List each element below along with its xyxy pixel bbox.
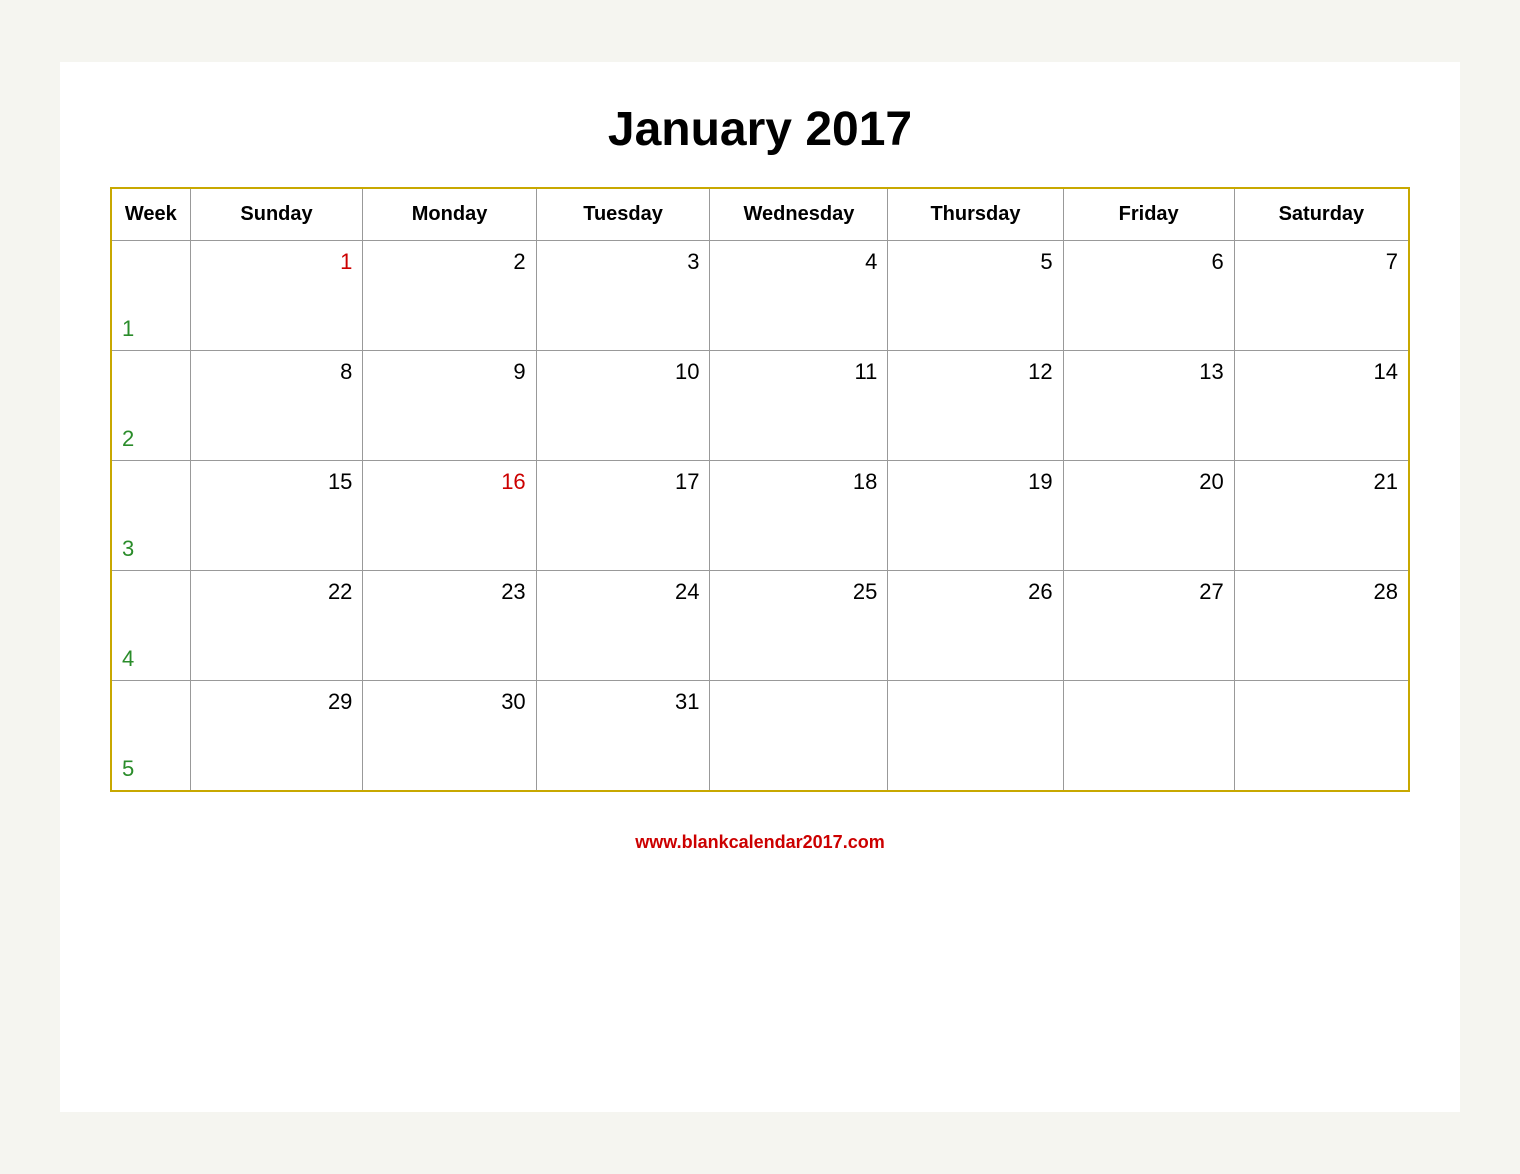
day-cell: 29 <box>190 681 363 791</box>
day-cell: 14 <box>1234 351 1409 461</box>
calendar-row-4: 422232425262728 <box>111 571 1409 681</box>
week-number-4: 4 <box>111 571 190 681</box>
day-cell: 16 <box>363 461 536 571</box>
day-cell: 24 <box>536 571 710 681</box>
header-friday: Friday <box>1063 188 1234 241</box>
day-cell: 12 <box>888 351 1063 461</box>
day-cell: 13 <box>1063 351 1234 461</box>
footer-url: www.blankcalendar2017.com <box>110 832 1410 853</box>
day-cell: 15 <box>190 461 363 571</box>
header-wednesday: Wednesday <box>710 188 888 241</box>
day-cell: 25 <box>710 571 888 681</box>
day-cell: 8 <box>190 351 363 461</box>
day-cell: 5 <box>888 241 1063 351</box>
calendar-title: January 2017 <box>110 102 1410 157</box>
header-week: Week <box>111 188 190 241</box>
day-cell: 4 <box>710 241 888 351</box>
calendar-container: January 2017 Week Sunday Monday Tuesday … <box>60 62 1460 1112</box>
day-cell: 26 <box>888 571 1063 681</box>
calendar-row-2: 2891011121314 <box>111 351 1409 461</box>
day-cell: 7 <box>1234 241 1409 351</box>
calendar-row-3: 315161718192021 <box>111 461 1409 571</box>
day-cell <box>888 681 1063 791</box>
header-monday: Monday <box>363 188 536 241</box>
day-cell: 18 <box>710 461 888 571</box>
week-number-2: 2 <box>111 351 190 461</box>
day-cell: 1 <box>190 241 363 351</box>
week-number-1: 1 <box>111 241 190 351</box>
day-cell: 27 <box>1063 571 1234 681</box>
day-cell: 23 <box>363 571 536 681</box>
day-cell: 21 <box>1234 461 1409 571</box>
day-cell: 6 <box>1063 241 1234 351</box>
day-cell: 19 <box>888 461 1063 571</box>
day-cell: 3 <box>536 241 710 351</box>
day-cell <box>710 681 888 791</box>
day-cell: 9 <box>363 351 536 461</box>
week-number-3: 3 <box>111 461 190 571</box>
header-sunday: Sunday <box>190 188 363 241</box>
day-cell: 31 <box>536 681 710 791</box>
day-cell: 2 <box>363 241 536 351</box>
header-tuesday: Tuesday <box>536 188 710 241</box>
calendar-row-1: 11234567 <box>111 241 1409 351</box>
header-saturday: Saturday <box>1234 188 1409 241</box>
day-cell: 22 <box>190 571 363 681</box>
calendar-row-5: 5293031 <box>111 681 1409 791</box>
day-cell: 11 <box>710 351 888 461</box>
header-row: Week Sunday Monday Tuesday Wednesday Thu… <box>111 188 1409 241</box>
day-cell: 10 <box>536 351 710 461</box>
day-cell: 28 <box>1234 571 1409 681</box>
day-cell <box>1063 681 1234 791</box>
week-number-5: 5 <box>111 681 190 791</box>
day-cell: 20 <box>1063 461 1234 571</box>
calendar-table: Week Sunday Monday Tuesday Wednesday Thu… <box>110 187 1410 792</box>
header-thursday: Thursday <box>888 188 1063 241</box>
day-cell: 17 <box>536 461 710 571</box>
day-cell <box>1234 681 1409 791</box>
day-cell: 30 <box>363 681 536 791</box>
